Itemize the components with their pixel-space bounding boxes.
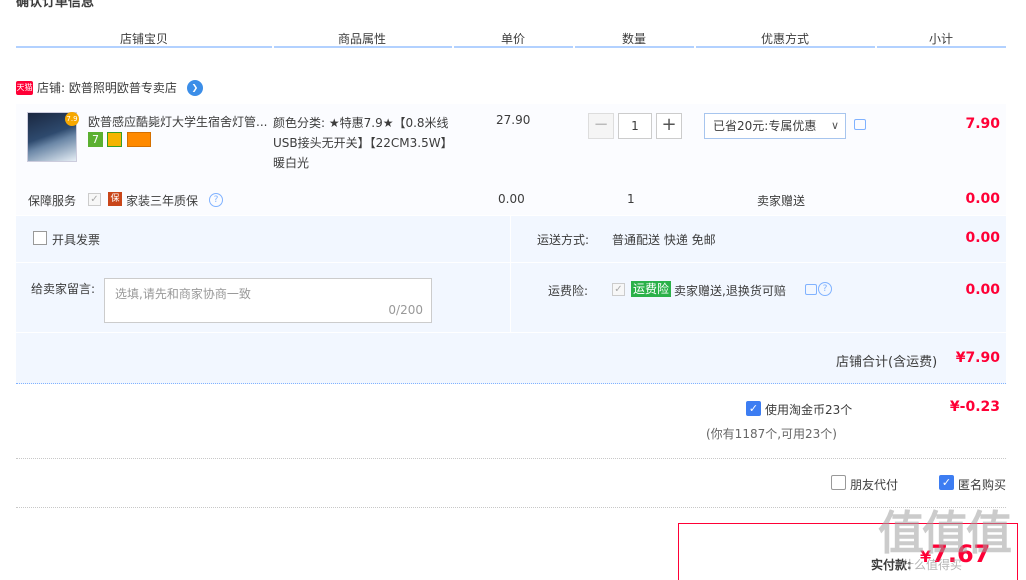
service-gift: 卖家赠送 — [757, 194, 806, 208]
anonymous-checkbox[interactable]: ✓ — [939, 475, 954, 490]
friend-pay-checkbox[interactable] — [831, 475, 846, 490]
panel-divider — [16, 332, 1006, 333]
service-unit-price: 0.00 — [498, 192, 525, 206]
help-icon[interactable]: ? — [818, 282, 832, 296]
shipping-method: 普通配送 快递 免邮 — [612, 233, 716, 247]
column-header-items: 店铺宝贝 — [120, 32, 169, 46]
column-header-attributes: 商品属性 — [338, 32, 387, 46]
section-divider — [16, 458, 1006, 459]
quantity-decrease-button[interactable]: − — [588, 113, 614, 139]
service-subtotal: 0.00 — [965, 191, 1000, 207]
panel-divider — [16, 262, 1006, 263]
insurance-checkbox[interactable]: ✓ — [612, 283, 625, 296]
price-tag-icon: 7.9 — [65, 112, 79, 126]
shipping-label: 运送方式: — [537, 233, 590, 247]
chevron-down-icon: ∨ — [830, 119, 839, 132]
column-header-quantity: 数量 — [622, 32, 647, 46]
shop-row: 天猫 店铺: 欧普照明欧普专卖店 ❯ — [16, 79, 203, 96]
service-quantity: 1 — [627, 192, 635, 206]
watermark-logo: 值值值 — [878, 506, 1012, 560]
header-underline — [877, 46, 1006, 48]
insurance-badge: 运费险 — [631, 281, 672, 297]
header-underline — [16, 46, 272, 48]
service-badge-icon — [107, 132, 122, 147]
column-header-discount: 优惠方式 — [761, 32, 810, 46]
credit-card-icon — [127, 132, 151, 147]
discount-selected-value: 已省20元:专属优惠 — [713, 119, 817, 133]
wangwang-chat-icon[interactable]: ❯ — [186, 79, 203, 96]
message-label: 给卖家留言: — [31, 282, 96, 296]
watermark-text: 什么值得买 — [902, 558, 963, 572]
message-icon[interactable] — [854, 119, 866, 130]
discount-select[interactable]: 已省20元:专属优惠 ∨ — [704, 113, 846, 139]
shop-name[interactable]: 店铺: 欧普照明欧普专卖店 — [37, 79, 177, 96]
service-name: 家装三年质保 — [126, 194, 199, 208]
column-header-unit-price: 单价 — [501, 32, 526, 46]
tmall-icon: 天猫 — [16, 80, 33, 95]
coin-discount: ¥-0.23 — [949, 399, 1000, 415]
coin-checkbox[interactable]: ✓ — [746, 401, 761, 416]
invoice-checkbox[interactable] — [33, 231, 47, 245]
panel-divider — [510, 216, 511, 332]
anonymous-label[interactable]: 匿名购买 — [958, 476, 1006, 493]
item-subtotal: 7.90 — [965, 116, 1000, 132]
unit-price: 27.90 — [496, 113, 531, 127]
coin-label[interactable]: 使用淘金币23个 — [765, 401, 852, 418]
friend-pay-label[interactable]: 朋友代付 — [850, 476, 898, 493]
quantity-input[interactable]: 1 — [618, 113, 652, 139]
page-title: 确认订单信息 — [16, 0, 95, 10]
header-underline — [274, 46, 452, 48]
insurance-price: 0.00 — [965, 282, 1000, 298]
shop-total-value: ¥7.90 — [955, 350, 1000, 366]
invoice-label[interactable]: 开具发票 — [52, 231, 100, 248]
coin-balance-note: (你有1187个,可用23个) — [706, 427, 837, 441]
header-underline — [454, 46, 573, 48]
header-underline — [696, 46, 875, 48]
product-thumbnail[interactable]: 7.9 — [27, 112, 79, 162]
quantity-increase-button[interactable]: + — [656, 113, 682, 139]
column-header-subtotal: 小计 — [929, 32, 954, 46]
help-icon[interactable]: ? — [209, 193, 223, 207]
insurance-label: 运费险: — [548, 284, 589, 298]
shop-total-label: 店铺合计(含运费) — [836, 355, 938, 370]
product-attributes: 颜色分类: ★特惠7.9★【0.8米线USB接头无开关】【22CM3.5W】暖白… — [273, 116, 453, 170]
product-title-link[interactable]: 欧普感应酷毙灯大学生宿舍灯管... — [88, 113, 268, 130]
service-checkbox[interactable]: ✓ — [88, 193, 101, 206]
message-icon[interactable] — [805, 284, 817, 295]
insurance-text: 卖家赠送,退换货可赔 — [674, 284, 786, 298]
service-label: 保障服务 — [28, 194, 77, 208]
section-divider — [16, 507, 1006, 508]
warranty-icon: 保 — [108, 192, 122, 206]
shipping-price: 0.00 — [965, 230, 1000, 246]
seller-message-input[interactable]: 选填,请先和商家协商一致 0/200 — [104, 278, 432, 323]
character-count: 0/200 — [388, 303, 423, 317]
message-placeholder: 选填,请先和商家协商一致 — [115, 287, 251, 301]
header-underline — [575, 46, 694, 48]
seven-day-return-icon: 7 — [88, 132, 103, 147]
